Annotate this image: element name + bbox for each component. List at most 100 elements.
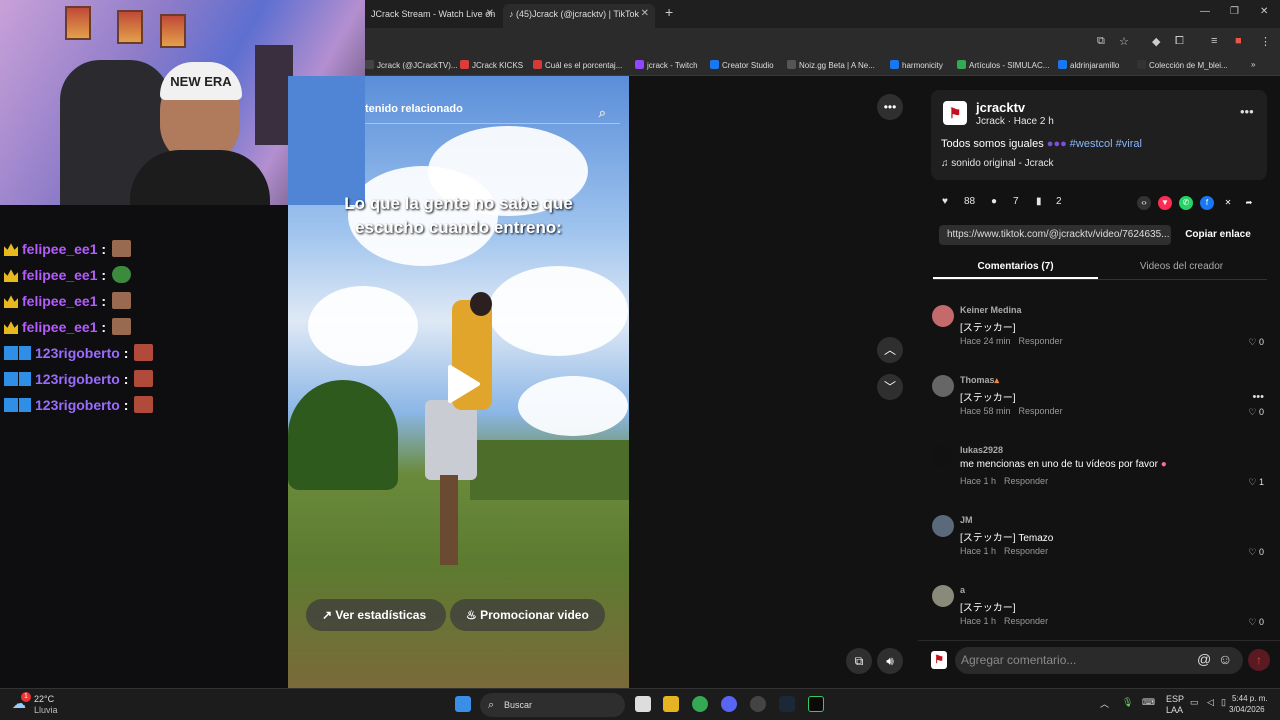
tab-comments[interactable]: Comentarios (7) (933, 261, 1098, 272)
taskbar-search[interactable]: ⌕ Buscar (480, 693, 625, 717)
chevron-down-icon[interactable]: ﹀ (877, 374, 903, 400)
app-icon[interactable] (750, 696, 766, 712)
share-icon[interactable]: ➦ (1242, 196, 1256, 210)
tab-jcrack-stream[interactable]: JCrack Stream - Watch Live on ✕ (365, 4, 500, 28)
post-more-icon[interactable]: ••• (1240, 104, 1254, 119)
creator-username[interactable]: jcracktv (976, 100, 1025, 115)
extension-icon[interactable]: ◆ (1152, 35, 1160, 48)
commenter-avatar[interactable] (932, 305, 954, 327)
task-view-icon[interactable] (635, 696, 651, 712)
battery-icon[interactable]: ▯ (1221, 697, 1226, 708)
x-icon[interactable]: ✕ (1221, 196, 1235, 210)
related-search-bar[interactable]: tenido relacionado ⌕ (365, 96, 620, 124)
heart-icon[interactable]: ♡ (1248, 617, 1256, 627)
commenter-name[interactable]: Keiner Medina (960, 305, 1022, 315)
send-icon[interactable]: ▼ (1158, 196, 1172, 210)
person-leg (440, 475, 458, 565)
volume-icon[interactable]: ◁ (1207, 697, 1214, 708)
clock-time[interactable]: 5:44 p. m. (1232, 694, 1268, 703)
more-bookmarks-icon[interactable]: » (1251, 60, 1255, 69)
obs-icon[interactable] (808, 696, 824, 712)
heart-icon[interactable]: ♡ (1248, 337, 1256, 347)
discord-icon[interactable] (721, 696, 737, 712)
tab-creator-videos[interactable]: Videos del creador (1098, 261, 1265, 272)
minimize-icon[interactable]: — (1200, 6, 1210, 17)
bookmark-item[interactable]: aldrinjaramillo (1058, 60, 1119, 70)
bookmark-item[interactable]: JCrack KICKS (460, 60, 523, 70)
bookmark-item[interactable]: Noiz.gg Beta | A Ne... (787, 60, 875, 70)
puzzle-icon[interactable]: ⧠ (1175, 35, 1184, 48)
new-tab-icon[interactable]: + (665, 4, 673, 20)
comment-icon[interactable]: ● (991, 196, 997, 207)
close-tab-icon[interactable]: ✕ (486, 4, 494, 24)
user-avatar[interactable]: ⚑ (931, 651, 947, 669)
bookmark-item[interactable]: Artículos - SIMULAC... (957, 60, 1049, 70)
embed-icon[interactable]: ‹› (1137, 196, 1151, 210)
sub-badge-icon (4, 398, 18, 412)
volume-icon[interactable]: 🔊︎ (877, 648, 903, 674)
video-url-field[interactable]: https://www.tiktok.com/@jcracktv/video/7… (939, 225, 1171, 245)
restore-icon[interactable]: ❐ (1230, 6, 1239, 17)
whatsapp-icon[interactable]: ✆ (1179, 196, 1193, 210)
play-icon[interactable] (442, 364, 482, 404)
chrome-icon[interactable] (692, 696, 708, 712)
tab-tiktok[interactable]: ♪ (45)Jcrack (@jcracktv) | TikTok ✕ (503, 4, 655, 28)
bookmark-item[interactable]: Colección de M_blei... (1137, 60, 1228, 70)
mention-icon[interactable]: @ (1197, 651, 1211, 667)
star-icon[interactable]: ☆ (1119, 35, 1129, 48)
windows-start-icon[interactable] (455, 696, 471, 712)
hashtags[interactable]: #westcol #viral (1070, 138, 1142, 150)
heart-icon[interactable]: ♡ (1248, 547, 1256, 557)
bookmark-item[interactable]: Cuál es el porcentaj... (533, 60, 622, 70)
close-tab-icon[interactable]: ✕ (641, 4, 649, 24)
profile-icon[interactable]: ■ (1235, 35, 1242, 47)
mic-icon[interactable]: 🎙︎ (1122, 697, 1133, 708)
facebook-icon[interactable]: f (1200, 196, 1214, 210)
heart-icon[interactable]: ♡ (1248, 407, 1256, 417)
post-comment-icon[interactable]: ↑ (1248, 649, 1270, 671)
like-icon[interactable]: ♥ (942, 196, 948, 207)
commenter-name[interactable]: Thomas▴ (960, 375, 999, 386)
weather-temp[interactable]: 22°C (34, 694, 54, 704)
commenter-name[interactable]: JM (960, 515, 973, 525)
bookmark-item[interactable]: harmonicity (890, 60, 943, 70)
install-app-icon[interactable]: ⧉ (1097, 35, 1105, 48)
promote-video-button[interactable]: ♨ Promocionar video (450, 599, 605, 631)
more-options-icon[interactable]: ••• (877, 94, 903, 120)
file-explorer-icon[interactable] (663, 696, 679, 712)
search-icon[interactable]: ⌕ (599, 100, 606, 126)
emote-icon (134, 370, 154, 387)
keyboard-icon[interactable]: ⌨ (1142, 697, 1155, 708)
steam-icon[interactable] (779, 696, 795, 712)
bookmark-item[interactable]: Creator Studio (710, 60, 774, 70)
bookmark-icon[interactable]: ▮ (1036, 196, 1042, 207)
view-stats-button[interactable]: ↗ Ver estadísticas (306, 599, 446, 631)
tray-chevron-icon[interactable]: ︿ (1100, 697, 1109, 710)
reply-button[interactable]: Responder (1004, 476, 1048, 486)
reply-button[interactable]: Responder (1019, 336, 1063, 346)
commenter-name[interactable]: a (960, 585, 965, 595)
network-icon[interactable]: ▭ (1190, 697, 1199, 708)
reply-button[interactable]: Responder (1004, 616, 1048, 626)
close-window-icon[interactable]: ✕ (1260, 6, 1268, 17)
creator-avatar[interactable]: ⚑ (943, 101, 967, 125)
reply-button[interactable]: Responder (1019, 406, 1063, 416)
copy-link-button[interactable]: Copiar enlace (1178, 225, 1258, 245)
reply-button[interactable]: Responder (1004, 546, 1048, 556)
pip-icon[interactable]: ⧉ (846, 648, 872, 674)
chevron-up-icon[interactable]: ︿ (877, 337, 903, 363)
emoji-picker-icon[interactable]: ☺ (1218, 651, 1232, 667)
commenter-avatar[interactable] (932, 375, 954, 397)
commenter-avatar[interactable] (932, 585, 954, 607)
bookmark-item[interactable]: Jcrack (@JCrackTV)... (365, 60, 458, 70)
heart-icon[interactable]: ♡ (1248, 477, 1256, 487)
bookmark-item[interactable]: jcrack - Twitch (635, 60, 698, 70)
comment-more-icon[interactable]: ••• (1252, 391, 1264, 403)
language-indicator[interactable]: ESP (1166, 694, 1184, 704)
media-icon[interactable]: ≡ (1211, 35, 1217, 47)
commenter-name[interactable]: lukas2928 (960, 445, 1003, 455)
menu-icon[interactable]: ⋮ (1260, 35, 1271, 48)
commenter-avatar[interactable] (932, 515, 954, 537)
sound-row[interactable]: ♫ sonido original - Jcrack (941, 158, 1054, 169)
commenter-avatar[interactable] (932, 445, 954, 467)
